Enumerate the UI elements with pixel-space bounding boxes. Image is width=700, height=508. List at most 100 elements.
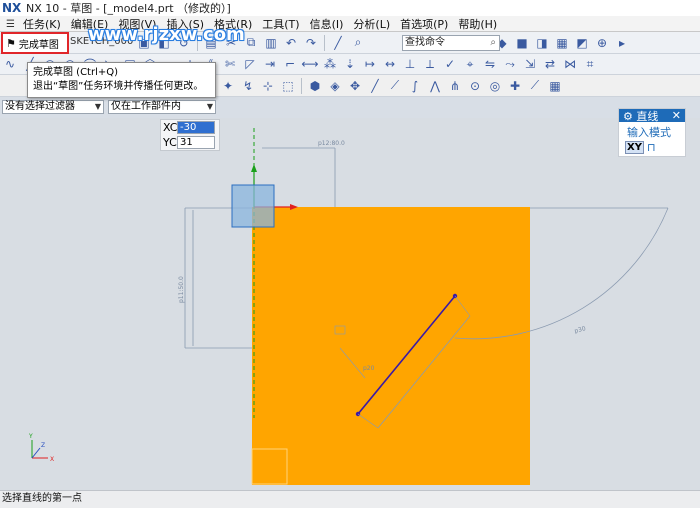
input-mode-label: 输入模式 [627, 126, 671, 139]
command-search-text: 查找命令 [405, 37, 445, 48]
create-inferred-icon[interactable]: ⌗ [581, 55, 599, 73]
point-on-curve-icon[interactable]: ⟋ [526, 77, 544, 95]
project-icon[interactable]: ⇣ [341, 55, 359, 73]
rapid-dimension-icon[interactable]: ↔ [381, 55, 399, 73]
relation-browser-icon[interactable]: ⌖ [461, 55, 479, 73]
dimension-label-p11[interactable]: p11:50.0 [178, 276, 185, 303]
quick-extend-icon[interactable]: ↦ [361, 55, 379, 73]
tangent-icon[interactable]: ⋔ [446, 77, 464, 95]
triangle-icon[interactable]: ◸ [241, 55, 259, 73]
alternate-solution-icon[interactable]: ⇄ [541, 55, 559, 73]
gear-icon[interactable]: ⚙ [623, 110, 633, 123]
sketch-face[interactable] [252, 207, 530, 485]
trim-icon[interactable]: ✄ [221, 55, 239, 73]
xc-label: XC [163, 121, 178, 134]
intersection-icon[interactable]: ⋀ [426, 77, 444, 95]
convert-reference-icon[interactable]: ⇋ [481, 55, 499, 73]
dimension-label-p20[interactable]: p20 [363, 365, 375, 372]
pattern-icon[interactable]: ⁂ [321, 55, 339, 73]
geometric-constraint-icon[interactable]: ⊥ [401, 55, 419, 73]
arc-center-icon[interactable]: ⊙ [466, 77, 484, 95]
yc-label: YC [163, 136, 177, 149]
xy-mode-button[interactable]: XY [625, 141, 644, 154]
scope-filter-select[interactable]: 仅在工作部件内 ▼ [108, 100, 216, 114]
yc-field[interactable]: 31 [177, 136, 215, 149]
graphics-window[interactable]: p12:80.0 p11:50.0 p20 p30 Y X Z [0, 118, 700, 490]
coordinate-input-box: XC -30 YC 31 [160, 119, 220, 151]
section-view-icon[interactable]: ◩ [573, 34, 591, 52]
more-icon[interactable]: ▸ [613, 34, 631, 52]
menu-item-preferences[interactable]: 首选项(P) [395, 16, 453, 32]
dimension-label-p30[interactable]: p30 [574, 325, 587, 335]
continuous-auto-dim-icon[interactable]: ⇲ [521, 55, 539, 73]
sheet-body-icon[interactable]: ◈ [326, 77, 344, 95]
command-search-input[interactable]: 查找命令 ⌕ [402, 35, 500, 51]
selection-filter-select[interactable]: 没有选择过滤器 ▼ [2, 100, 104, 114]
selection-box-icon[interactable]: ⬚ [279, 77, 297, 95]
close-icon[interactable]: ✕ [672, 109, 681, 122]
menu-item-task[interactable]: 任务(K) [18, 16, 66, 32]
origin-handle[interactable] [231, 184, 275, 228]
deselect-icon[interactable]: ↯ [239, 77, 257, 95]
nx-logo: NX [2, 1, 22, 15]
tooltip-title: 完成草图 (Ctrl+Q) [33, 67, 119, 78]
endpoint-icon[interactable]: ╱ [366, 77, 384, 95]
shaded-icon[interactable]: ■ [513, 34, 531, 52]
menu-item-tools[interactable]: 工具(T) [257, 16, 304, 32]
dimension-label-p12[interactable]: p12:80.0 [318, 140, 345, 147]
menu-item-info[interactable]: 信息(I) [305, 16, 349, 32]
quadrant-icon[interactable]: ◎ [486, 77, 504, 95]
wcs-icon[interactable]: ⊕ [593, 34, 611, 52]
existing-point-icon[interactable]: ✚ [506, 77, 524, 95]
input-mode-options: XY ⊓ [619, 141, 685, 154]
triad-y-label: Y [28, 433, 33, 440]
window-title: NX 10 - 草图 - [_model4.prt （修改的）] [26, 2, 231, 15]
command-finder-icon[interactable]: ⌕ [349, 34, 367, 52]
xc-field[interactable]: -30 [177, 121, 215, 134]
view-orient-icon[interactable]: ◨ [533, 34, 551, 52]
menu-item-help[interactable]: 帮助(H) [453, 16, 502, 32]
grid-icon[interactable]: ▦ [546, 77, 564, 95]
status-bar: 选择直线的第一点 [0, 490, 700, 508]
extend-icon[interactable]: ⇥ [261, 55, 279, 73]
selection-filter-value: 没有选择过滤器 [5, 101, 75, 112]
solid-body-icon[interactable]: ⬢ [306, 77, 324, 95]
show-constraints-icon[interactable]: ⟂ [421, 55, 439, 73]
midpoint-icon[interactable]: ⟋ [386, 77, 404, 95]
title-bar: NX NX 10 - 草图 - [_model4.prt （修改的）] [0, 0, 700, 16]
infer-constraints-icon[interactable]: ⋈ [561, 55, 579, 73]
line-dialog-header: ⚙ 直线 ✕ [619, 109, 685, 123]
paste-icon[interactable]: ▥ [262, 34, 280, 52]
tooltip-description: 退出“草图”任务环境并传播任何更改。 [33, 81, 204, 92]
undo-icon[interactable]: ↶ [282, 34, 300, 52]
profile-icon[interactable]: ∿ [1, 55, 19, 73]
make-corner-icon[interactable]: ⌐ [281, 55, 299, 73]
mirror-icon[interactable]: ⟷ [301, 55, 319, 73]
chevron-down-icon: ▼ [206, 102, 213, 111]
search-icon[interactable]: ⌕ [490, 36, 496, 50]
control-point-icon[interactable]: ∫ [406, 77, 424, 95]
triad-x-label: X [50, 456, 54, 463]
select-all-icon[interactable]: ✦ [219, 77, 237, 95]
parametric-mode-icon[interactable]: ⊓ [647, 141, 656, 154]
snap-grid-icon[interactable]: ✥ [346, 77, 364, 95]
snap-point-icon[interactable]: ⊹ [259, 77, 277, 95]
animate-dimension-icon[interactable]: ⤳ [501, 55, 519, 73]
redo-icon[interactable]: ↷ [302, 34, 320, 52]
line-dialog-title: 直线 [636, 109, 659, 123]
sketch-canvas[interactable]: p12:80.0 p11:50.0 p20 p30 Y X Z [0, 118, 700, 490]
watermark: www.rjzxw.com [88, 24, 245, 45]
finish-sketch-tooltip: 完成草图 (Ctrl+Q) 退出“草图”任务环境并传播任何更改。 [27, 62, 216, 98]
layer-icon[interactable]: ▦ [553, 34, 571, 52]
finish-sketch-button[interactable]: ⚑ 完成草图 [1, 32, 69, 54]
triad-z-label: Z [41, 442, 45, 449]
auto-constrain-icon[interactable]: ✓ [441, 55, 459, 73]
menu-icon[interactable]: ☰ [6, 19, 16, 30]
triad-z-axis [31, 447, 41, 459]
scope-filter-value: 仅在工作部件内 [111, 101, 181, 112]
chevron-down-icon: ▼ [94, 102, 101, 111]
line-tool-icon[interactable]: ╱ [329, 34, 347, 52]
menu-item-analysis[interactable]: 分析(L) [348, 16, 395, 32]
line-dialog: ⚙ 直线 ✕ 输入模式 XY ⊓ [618, 108, 686, 157]
checkered-flag-icon: ⚑ [6, 36, 16, 50]
